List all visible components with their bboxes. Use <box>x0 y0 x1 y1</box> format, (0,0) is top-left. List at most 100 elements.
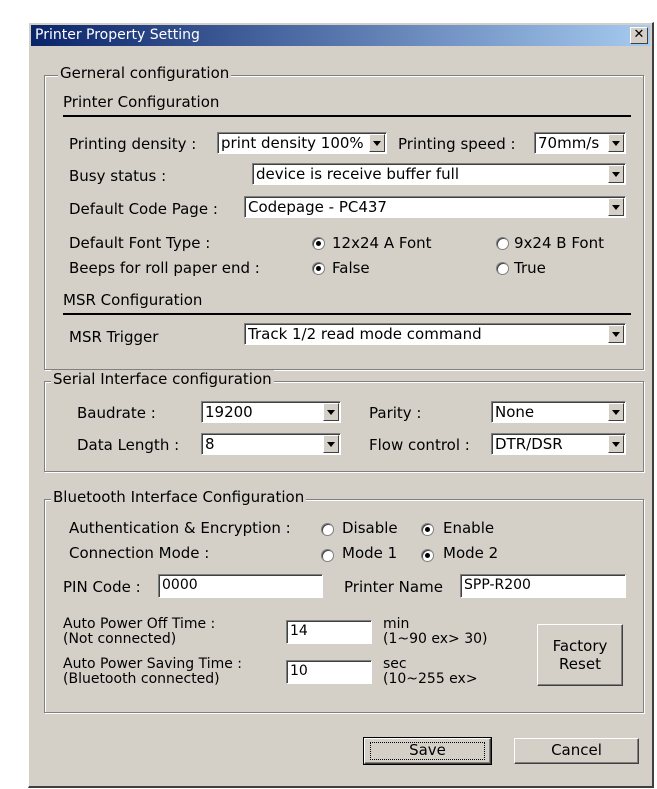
msr-trigger-dropdown-button[interactable] <box>608 325 624 343</box>
auth-disable-label[interactable]: Disable <box>342 519 398 537</box>
title-bar[interactable]: Printer Property Setting ✕ <box>31 25 650 46</box>
msr-trigger-label: MSR Trigger <box>69 328 159 346</box>
printing-speed-dropdown-button[interactable] <box>608 134 624 152</box>
chevron-down-icon <box>327 442 335 447</box>
font-a-label[interactable]: 12x24 A Font <box>332 234 432 252</box>
printing-density-dropdown-button[interactable] <box>369 134 385 152</box>
data-length-label: Data Length : <box>77 436 180 454</box>
data-length-dropdown-button[interactable] <box>323 435 339 453</box>
flow-control-select[interactable]: DTR/DSR <box>491 433 626 455</box>
auto-off-label-2: (Not connected) <box>63 631 177 647</box>
printing-density-select[interactable]: print density 100% <box>217 132 387 154</box>
factory-reset-button[interactable]: Factory Reset <box>537 624 623 686</box>
printing-speed-label: Printing speed : <box>398 135 516 153</box>
cancel-button[interactable]: Cancel <box>514 738 639 764</box>
auto-save-unit: sec <box>383 656 407 672</box>
factory-reset-label-2: Reset <box>559 655 601 673</box>
conn-mode-label: Connection Mode : <box>69 544 210 562</box>
auth-label: Authentication & Encryption : <box>69 519 291 537</box>
auto-save-range: (10~255 ex> <box>383 671 478 687</box>
parity-label: Parity : <box>369 404 422 422</box>
auto-off-range: (1~90 ex> 30) <box>383 631 488 647</box>
cancel-button-label: Cancel <box>551 741 602 759</box>
flow-control-dropdown-button[interactable] <box>608 435 624 453</box>
auth-enable-label[interactable]: Enable <box>443 519 494 537</box>
parity-dropdown-button[interactable] <box>608 403 624 421</box>
data-length-value: 8 <box>205 435 215 453</box>
font-type-label: Default Font Type : <box>69 234 211 252</box>
busy-status-select[interactable]: device is receive buffer full <box>252 163 626 185</box>
beeps-false-label[interactable]: False <box>332 259 370 277</box>
code-page-label: Default Code Page : <box>69 200 218 218</box>
busy-status-label: Busy status : <box>69 167 167 185</box>
chevron-down-icon <box>612 332 620 337</box>
flow-control-value: DTR/DSR <box>495 435 563 453</box>
pin-code-value: 0000 <box>162 577 198 593</box>
chevron-down-icon <box>373 141 381 146</box>
printing-speed-value: 70mm/s <box>538 134 600 152</box>
printer-property-dialog: Printer Property Setting ✕ Gerneral conf… <box>28 22 654 788</box>
chevron-down-icon <box>327 410 335 415</box>
auto-save-label-2: (Bluetooth connected) <box>63 671 220 687</box>
beeps-label: Beeps for roll paper end : <box>69 259 260 277</box>
auto-save-label-1: Auto Power Saving Time : <box>63 656 243 672</box>
parity-select[interactable]: None <box>491 401 626 423</box>
printer-config-divider <box>63 115 631 117</box>
msr-config-title: MSR Configuration <box>63 291 203 309</box>
printer-name-value: SPP-R200 <box>464 577 531 593</box>
printing-speed-select[interactable]: 70mm/s <box>534 132 626 154</box>
msr-trigger-select[interactable]: Track 1/2 read mode command <box>244 323 626 345</box>
printing-density-value: print density 100% <box>221 134 364 152</box>
code-page-select[interactable]: Codepage - PC437 <box>244 196 626 218</box>
chevron-down-icon <box>612 410 620 415</box>
serial-config-group <box>44 381 644 472</box>
beeps-true-label[interactable]: True <box>514 259 546 277</box>
printer-name-input[interactable]: SPP-R200 <box>460 574 626 598</box>
data-length-select[interactable]: 8 <box>201 433 341 455</box>
auto-off-label-1: Auto Power Off Time : <box>63 616 216 632</box>
mode1-radio[interactable] <box>321 549 334 562</box>
baudrate-label: Baudrate : <box>77 404 156 422</box>
code-page-dropdown-button[interactable] <box>608 198 624 216</box>
printer-config-title: Printer Configuration <box>63 93 220 111</box>
chevron-down-icon <box>612 205 620 210</box>
close-button[interactable]: ✕ <box>630 27 648 44</box>
font-b-radio[interactable] <box>496 237 509 250</box>
auto-save-input[interactable]: 10 <box>286 660 372 684</box>
printing-density-label: Printing density : <box>69 135 197 153</box>
auto-save-value: 10 <box>290 663 308 679</box>
busy-status-value: device is receive buffer full <box>256 165 460 183</box>
serial-config-title: Serial Interface configuration <box>51 370 274 388</box>
msr-config-divider <box>63 313 631 315</box>
auto-off-value: 14 <box>290 623 308 639</box>
beeps-true-radio[interactable] <box>496 262 509 275</box>
mode1-label[interactable]: Mode 1 <box>342 544 397 562</box>
mode2-radio[interactable] <box>421 549 434 562</box>
chevron-down-icon <box>612 141 620 146</box>
printer-name-label: Printer Name <box>344 578 443 596</box>
baudrate-dropdown-button[interactable] <box>323 403 339 421</box>
chevron-down-icon <box>612 172 620 177</box>
font-a-radio[interactable] <box>312 237 325 250</box>
mode2-label[interactable]: Mode 2 <box>443 544 498 562</box>
auth-enable-radio[interactable] <box>421 523 434 536</box>
bluetooth-config-title: Bluetooth Interface Configuration <box>51 488 307 506</box>
close-icon: ✕ <box>633 27 645 42</box>
pin-code-input[interactable]: 0000 <box>158 574 323 598</box>
code-page-value: Codepage - PC437 <box>248 198 387 216</box>
factory-reset-label-1: Factory <box>552 637 608 655</box>
auto-off-input[interactable]: 14 <box>286 620 372 644</box>
font-b-label[interactable]: 9x24 B Font <box>514 234 604 252</box>
beeps-false-radio[interactable] <box>312 262 325 275</box>
save-button-focus-ring <box>370 742 485 760</box>
chevron-down-icon <box>612 442 620 447</box>
window-title: Printer Property Setting <box>35 27 200 43</box>
general-config-title: Gerneral configuration <box>58 64 232 82</box>
auto-off-unit: min <box>383 616 410 632</box>
baudrate-select[interactable]: 19200 <box>201 401 341 423</box>
pin-code-label: PIN Code : <box>63 578 141 596</box>
baudrate-value: 19200 <box>205 403 253 421</box>
busy-status-dropdown-button[interactable] <box>608 165 624 183</box>
msr-trigger-value: Track 1/2 read mode command <box>248 325 482 343</box>
auth-disable-radio[interactable] <box>321 523 334 536</box>
